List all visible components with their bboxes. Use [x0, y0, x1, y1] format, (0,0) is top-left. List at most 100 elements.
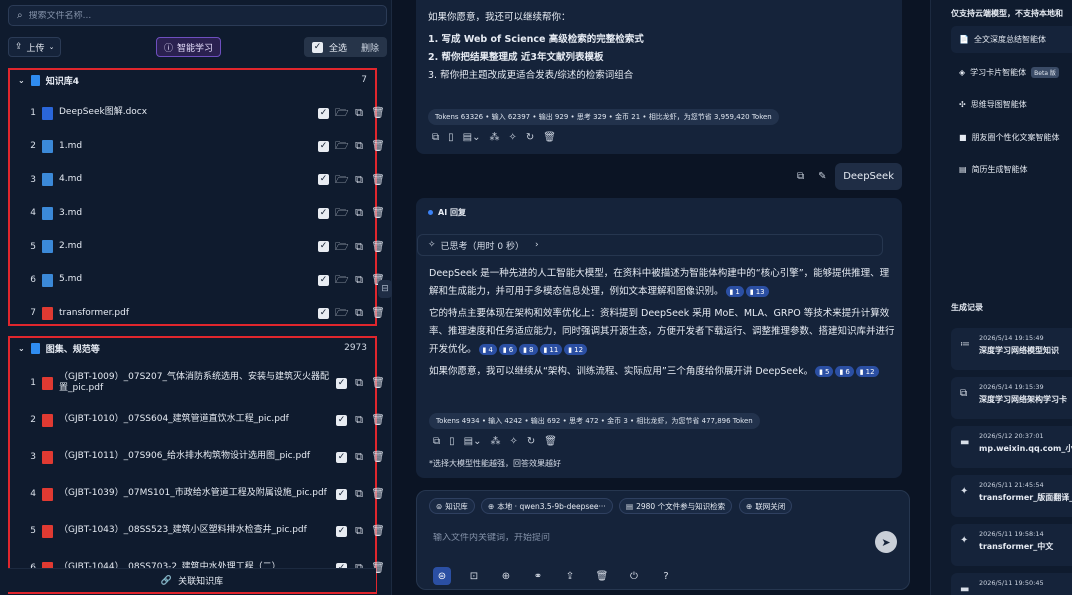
trash-icon[interactable]: 🗑: [371, 488, 385, 500]
trash-icon[interactable]: 🗑: [371, 140, 385, 152]
citation-badge[interactable]: ▮ 13: [745, 286, 769, 297]
trash-icon[interactable]: 🗑: [371, 377, 385, 389]
file-row[interactable]: 7 transformer.pdf ✓ 🗁 ⧉ 🗑: [8, 299, 385, 327]
copy-icon[interactable]: ⧉: [353, 140, 365, 152]
row-checkbox[interactable]: ✓: [336, 488, 347, 500]
clear-tool-button[interactable]: 🗑: [593, 567, 611, 585]
delete-icon[interactable]: 🗑: [543, 132, 556, 143]
upload-button[interactable]: ⇪ 上传 ⌄: [8, 37, 62, 57]
row-checkbox[interactable]: ✓: [318, 140, 329, 152]
folder-icon[interactable]: 🗁: [335, 107, 349, 119]
sparkle-icon[interactable]: ✧: [508, 132, 516, 143]
folder-icon[interactable]: 🗁: [335, 173, 349, 186]
folder-icon[interactable]: 🗁: [335, 274, 349, 286]
export-icon[interactable]: ▤⌄: [463, 132, 481, 143]
agent-item[interactable]: ◈ 学习卡片智能体 Beta 版: [951, 59, 1072, 86]
copy-icon[interactable]: ⧉: [353, 173, 365, 186]
kb-header[interactable]: ⌄ 图集、规范等 2973: [10, 339, 375, 357]
agent-item[interactable]: ▤ 简历生成智能体: [951, 156, 1072, 183]
file-row[interactable]: 5 （GJBT-1043）_08SS523_建筑小区塑料排水检查井_pic.pd…: [8, 515, 385, 547]
citation-badge[interactable]: ▮ 4: [478, 344, 497, 355]
regenerate-icon[interactable]: ↻: [526, 132, 534, 143]
file-row[interactable]: 3 （GJBT-1011）_07S906_给水排水构筑物设计选用图_pic.pd…: [8, 441, 385, 473]
help-tool-button[interactable]: ?: [657, 567, 675, 585]
row-checkbox[interactable]: ✓: [336, 451, 347, 463]
save-icon[interactable]: ▯: [449, 436, 455, 447]
copy-icon[interactable]: ⧉: [432, 132, 439, 143]
copy-icon[interactable]: ⧉: [353, 488, 365, 500]
power-tool-button[interactable]: ⏻: [625, 567, 643, 585]
copy-icon[interactable]: ⧉: [353, 274, 365, 286]
citation-badge[interactable]: ▮ 8: [519, 344, 538, 355]
citation-badge[interactable]: ▮ 6: [498, 344, 518, 355]
send-button[interactable]: ➤: [875, 531, 897, 553]
file-row[interactable]: 1 （GJBT-1009）_07S207_气体消防系统选用、安装与建筑灭火器配置…: [8, 367, 385, 399]
link-kb-button[interactable]: 🔗 关联知识库: [8, 568, 376, 592]
trash-icon[interactable]: 🗑: [371, 173, 385, 186]
folder-icon[interactable]: 🗁: [335, 140, 349, 152]
select-all-bar[interactable]: ✓ 全选 删除: [303, 37, 387, 57]
row-checkbox[interactable]: ✓: [318, 307, 329, 319]
folder-icon[interactable]: 🗁: [335, 240, 349, 253]
copy-icon[interactable]: ⧉: [353, 525, 365, 537]
history-item[interactable]: ⧉ 2026/5/14 19:15:39 深度学习网络架构学习卡: [951, 377, 1072, 419]
copy-icon[interactable]: ⧉: [353, 107, 365, 119]
file-row[interactable]: 6 5.md ✓ 🗁 ⧉ 🗑: [8, 266, 385, 294]
file-row[interactable]: 2 （GJBT-1010）_07SS604_建筑管道直饮水工程_pic.pdf …: [8, 404, 385, 436]
copy-icon[interactable]: ⧉: [353, 451, 365, 463]
agent-item[interactable]: ✣ 思维导图智能体: [951, 91, 1072, 118]
sparkle-icon[interactable]: ✧: [509, 436, 517, 447]
citation-badge[interactable]: ▮ 6: [835, 366, 854, 377]
file-upload-tool-button[interactable]: ⇪: [561, 567, 579, 585]
citation-badge[interactable]: ▮ 12: [855, 366, 879, 377]
globe-tool-button[interactable]: ⊕: [497, 567, 515, 585]
format-icon[interactable]: ⁂: [490, 436, 500, 447]
row-checkbox[interactable]: ✓: [318, 274, 329, 286]
trash-icon[interactable]: 🗑: [371, 107, 385, 119]
trash-icon[interactable]: 🗑: [371, 414, 385, 426]
file-search-box[interactable]: ⌕: [8, 5, 387, 26]
database-tool-button[interactable]: ⊜: [433, 567, 451, 585]
row-checkbox[interactable]: ✓: [318, 107, 329, 119]
chip-tool-button[interactable]: ⊡: [465, 567, 483, 585]
smart-learn-button[interactable]: ⓘ 智能学习: [156, 37, 222, 57]
file-row[interactable]: 4 3.md ✓ 🗁 ⧉ 🗑: [8, 199, 385, 227]
file-row[interactable]: 1 DeepSeek图解.docx ✓ 🗁 ⧉ 🗑: [8, 99, 385, 127]
history-item[interactable]: ▬ 2026/5/11 19:50:45: [951, 573, 1072, 595]
agent-item[interactable]: ■ 朋友圈个性化文案智能体: [951, 124, 1072, 151]
think-toggle[interactable]: ✧ 已思考（用时 0 秒） ›: [417, 234, 883, 256]
file-row[interactable]: 3 4.md ✓ 🗁 ⧉ 🗑: [8, 166, 385, 194]
copy-icon[interactable]: ⧉: [797, 171, 804, 182]
agent-item[interactable]: 📄 全文深度总结智能体: [951, 26, 1072, 53]
copy-icon[interactable]: ⧉: [353, 414, 365, 426]
row-checkbox[interactable]: ✓: [336, 414, 347, 426]
citation-badge[interactable]: ▮ 11: [539, 344, 563, 355]
delete-icon[interactable]: 🗑: [544, 436, 557, 447]
trash-icon[interactable]: 🗑: [371, 307, 385, 319]
copy-icon[interactable]: ⧉: [353, 307, 365, 319]
copy-icon[interactable]: ⧉: [433, 436, 440, 447]
file-row[interactable]: 4 （GJBT-1039）_07MS101_市政给水管道工程及附属设施_pic.…: [8, 478, 385, 510]
format-icon[interactable]: ⁂: [489, 132, 499, 143]
save-icon[interactable]: ▯: [448, 132, 454, 143]
row-checkbox[interactable]: ✓: [318, 207, 329, 219]
row-checkbox[interactable]: ✓: [336, 525, 347, 537]
citation-badge[interactable]: ▮ 5: [815, 366, 834, 377]
citation-badge[interactable]: ▮ 12: [564, 344, 588, 355]
history-item[interactable]: ✦ 2026/5/11 19:58:14 transformer_中文: [951, 524, 1072, 566]
trash-icon[interactable]: 🗑: [371, 240, 385, 253]
file-search-input[interactable]: [28, 10, 349, 21]
regenerate-icon[interactable]: ↻: [527, 436, 535, 447]
trash-icon[interactable]: 🗑: [371, 451, 385, 463]
select-all-checkbox[interactable]: ✓: [311, 41, 323, 53]
link-tool-button[interactable]: ⚭: [529, 567, 547, 585]
row-checkbox[interactable]: ✓: [336, 377, 347, 389]
copy-icon[interactable]: ⧉: [353, 240, 365, 253]
citation-badge[interactable]: ▮ 1: [725, 286, 744, 297]
question-input[interactable]: [433, 533, 853, 543]
export-icon[interactable]: ▤⌄: [464, 436, 482, 447]
history-item[interactable]: ≔ 2026/5/14 19:15:49 深度学习网络模型知识: [951, 328, 1072, 370]
copy-icon[interactable]: ⧉: [353, 377, 365, 389]
collapse-left-toggle[interactable]: ⊟: [378, 280, 392, 298]
pill-file-count[interactable]: ▤ 2980 个文件参与知识检索: [619, 498, 733, 514]
